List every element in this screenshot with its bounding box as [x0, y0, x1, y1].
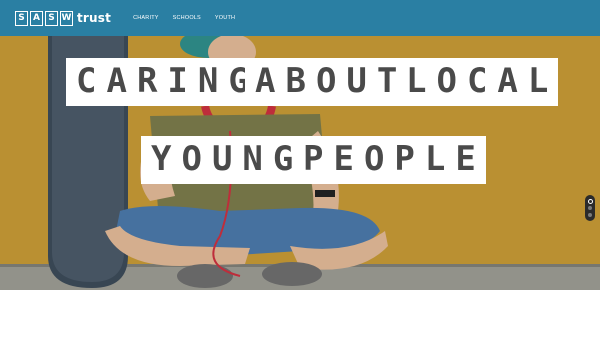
main-nav: CHARITY SCHOOLS YOUTH: [133, 15, 235, 21]
headline-word-2: ABOUT: [245, 58, 408, 106]
headline-word-5: PEOPLE: [293, 136, 486, 184]
nav-link-schools[interactable]: SCHOOLS: [173, 15, 201, 21]
logo-letter-s1: S: [15, 10, 28, 26]
headline-word-4: YOUNG: [141, 136, 304, 184]
logo-letter-w: W: [60, 10, 73, 26]
hero-headline: CARING ABOUT LOCAL YOUNG PEOPLE: [0, 36, 600, 290]
hero-banner: CARING ABOUT LOCAL YOUNG PEOPLE: [0, 36, 600, 290]
site-logo[interactable]: S A S W trust: [15, 10, 111, 26]
content-area: [0, 290, 600, 338]
logo-word: trust: [77, 11, 112, 25]
nav-link-youth[interactable]: YOUTH: [215, 15, 235, 21]
slide-indicator: [585, 195, 595, 221]
headline-word-1: CARING: [66, 58, 259, 106]
slide-dot-2[interactable]: [588, 206, 592, 211]
nav-link-charity[interactable]: CHARITY: [133, 15, 159, 21]
slide-dot-3[interactable]: [588, 212, 592, 217]
logo-letter-a: A: [30, 10, 43, 26]
slide-dot-1[interactable]: [587, 199, 593, 205]
site-header: S A S W trust CHARITY SCHOOLS YOUTH: [0, 0, 600, 36]
logo-letter-s2: S: [45, 10, 58, 26]
headline-word-3: LOCAL: [396, 58, 559, 106]
